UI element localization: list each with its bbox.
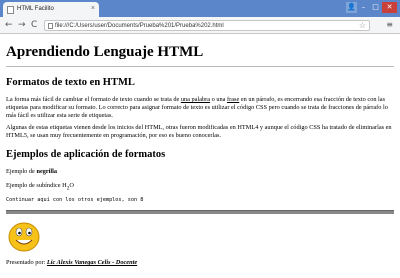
- p1-underlined-word: una palabra: [180, 96, 211, 103]
- p1-text-a: La forma más fácil de cambiar el formato…: [6, 96, 181, 103]
- tab-bar: HTML Facilito × 👤 – □ ✕: [0, 0, 400, 17]
- address-bar[interactable]: file:///C:/Users/user/Documents/Prueba%2…: [44, 20, 370, 31]
- url-text: file:///C:/Users/user/Documents/Prueba%2…: [55, 23, 224, 29]
- credit-line: Presentado por: Lic Alexis Vanegas Celis…: [6, 259, 137, 266]
- ex-bold-word: negrilla: [36, 168, 58, 175]
- page-favicon-icon: [7, 6, 14, 14]
- forward-arrow-icon[interactable]: →: [18, 19, 26, 31]
- menu-icon[interactable]: ≡: [386, 20, 393, 30]
- paragraph-2: Algunas de estas etiquetas vienen desde …: [6, 124, 392, 139]
- page-icon: [48, 23, 53, 29]
- ex-bold-label: Ejemplo de: [6, 168, 37, 175]
- close-window-button[interactable]: ✕: [382, 2, 397, 13]
- tab-close-icon[interactable]: ×: [91, 5, 95, 12]
- divider: [6, 66, 394, 67]
- credit-name: Lic Alexis Vanegas Celis - Docente: [46, 259, 138, 266]
- p1-underlined-phrase: frase: [227, 96, 240, 103]
- browser-toolbar: ← → C file:///C:/Users/user/Documents/Pr…: [0, 17, 400, 34]
- minimize-button[interactable]: –: [358, 2, 369, 13]
- tab-html-facilito[interactable]: HTML Facilito ×: [3, 2, 99, 17]
- user-icon[interactable]: 👤: [346, 2, 357, 13]
- page-title: Aprendiendo Lenguaje HTML: [6, 44, 204, 60]
- ex-sub-tail: O: [69, 182, 74, 189]
- maximize-button[interactable]: □: [370, 2, 381, 13]
- window-controls: 👤 – □ ✕: [346, 2, 397, 14]
- section-heading-examples: Ejemplos de aplicación de formatos: [6, 149, 166, 160]
- tab-title: HTML Facilito: [17, 6, 54, 12]
- example-subscript: Ejemplo de subíndice H2O: [6, 182, 74, 191]
- back-arrow-icon[interactable]: ←: [5, 19, 13, 31]
- smiley-icon: [8, 222, 40, 252]
- credit-label: Presentado por:: [6, 259, 47, 266]
- monospace-note: Continuar aquí con los otros ejemplos, s…: [6, 197, 144, 203]
- page-content: Aprendiendo Lenguaje HTML Formatos de te…: [0, 34, 400, 278]
- example-bold: Ejemplo de negrilla: [6, 168, 57, 175]
- browser-chrome: HTML Facilito × 👤 – □ ✕ ← → C file:///C:…: [0, 0, 400, 34]
- thick-divider: [6, 210, 394, 214]
- paragraph-1: La forma más fácil de cambiar el formato…: [6, 96, 398, 120]
- ex-sub-label: Ejemplo de subíndice H: [6, 182, 67, 189]
- reload-icon[interactable]: C: [31, 19, 37, 31]
- bookmark-star-icon[interactable]: ☆: [359, 21, 366, 31]
- p1-text-b: o una: [210, 96, 228, 103]
- section-heading-formats: Formatos de texto en HTML: [6, 77, 135, 88]
